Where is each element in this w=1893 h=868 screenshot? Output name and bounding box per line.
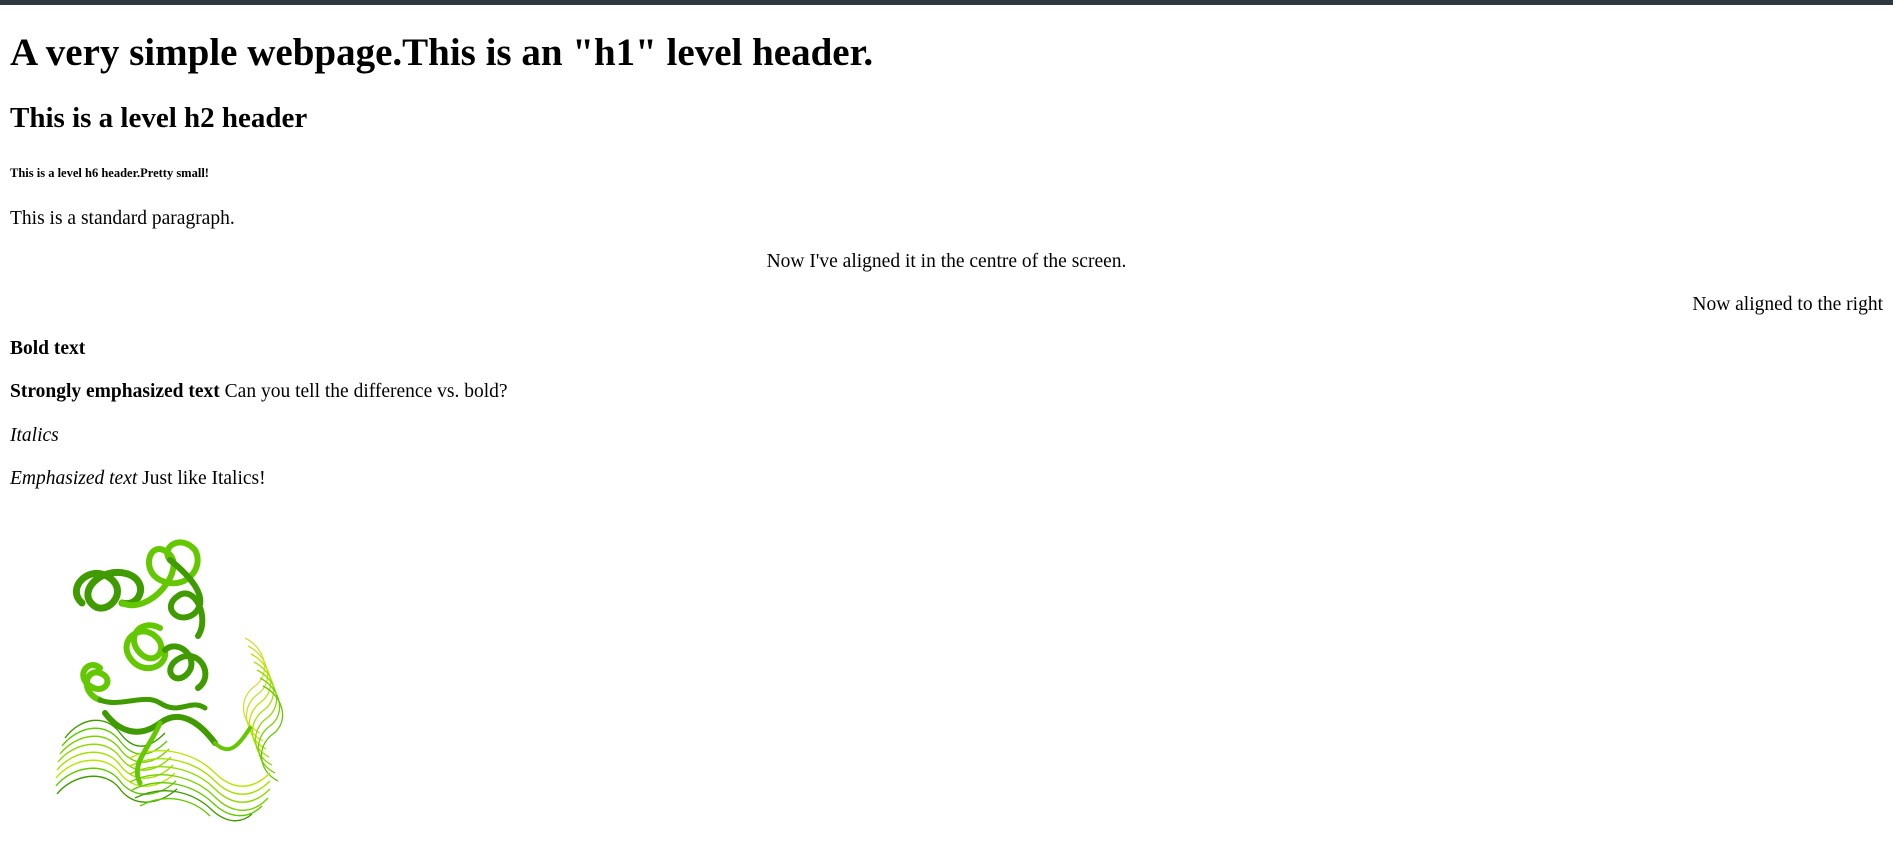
right-aligned-paragraph: Now aligned to the right <box>1692 294 1883 316</box>
strong-text: Strongly emphasized text <box>10 381 220 403</box>
small-header-h6: This is a level h6 header.Pretty small! <box>10 165 209 180</box>
standard-paragraph: This is a standard paragraph. <box>10 207 235 229</box>
bold-paragraph: Bold text <box>10 337 1883 360</box>
page-content: A very simple webpage.This is an "h1" le… <box>0 5 1893 868</box>
emphasized-trailing-text: Just like Italics! <box>137 467 266 489</box>
emphasized-paragraph: Emphasized text Just like Italics! <box>10 467 1883 490</box>
protein-ribbon-svg <box>55 539 284 822</box>
protein-ribbon-image <box>10 508 315 834</box>
italic-text: Italics <box>10 424 59 446</box>
subtitle-h2: This is a level h2 header <box>10 101 308 134</box>
centered-paragraph: Now I've aligned it in the centre of the… <box>766 250 1127 272</box>
strong-trailing-text: Can you tell the difference vs. bold? <box>219 381 508 403</box>
emphasized-text: Emphasized text <box>10 467 138 489</box>
page-title-h1: A very simple webpage.This is an "h1" le… <box>10 31 874 74</box>
strong-paragraph: Strongly emphasized text Can you tell th… <box>10 380 1883 403</box>
italic-paragraph: Italics <box>10 424 1883 447</box>
bold-text: Bold text <box>10 337 86 359</box>
